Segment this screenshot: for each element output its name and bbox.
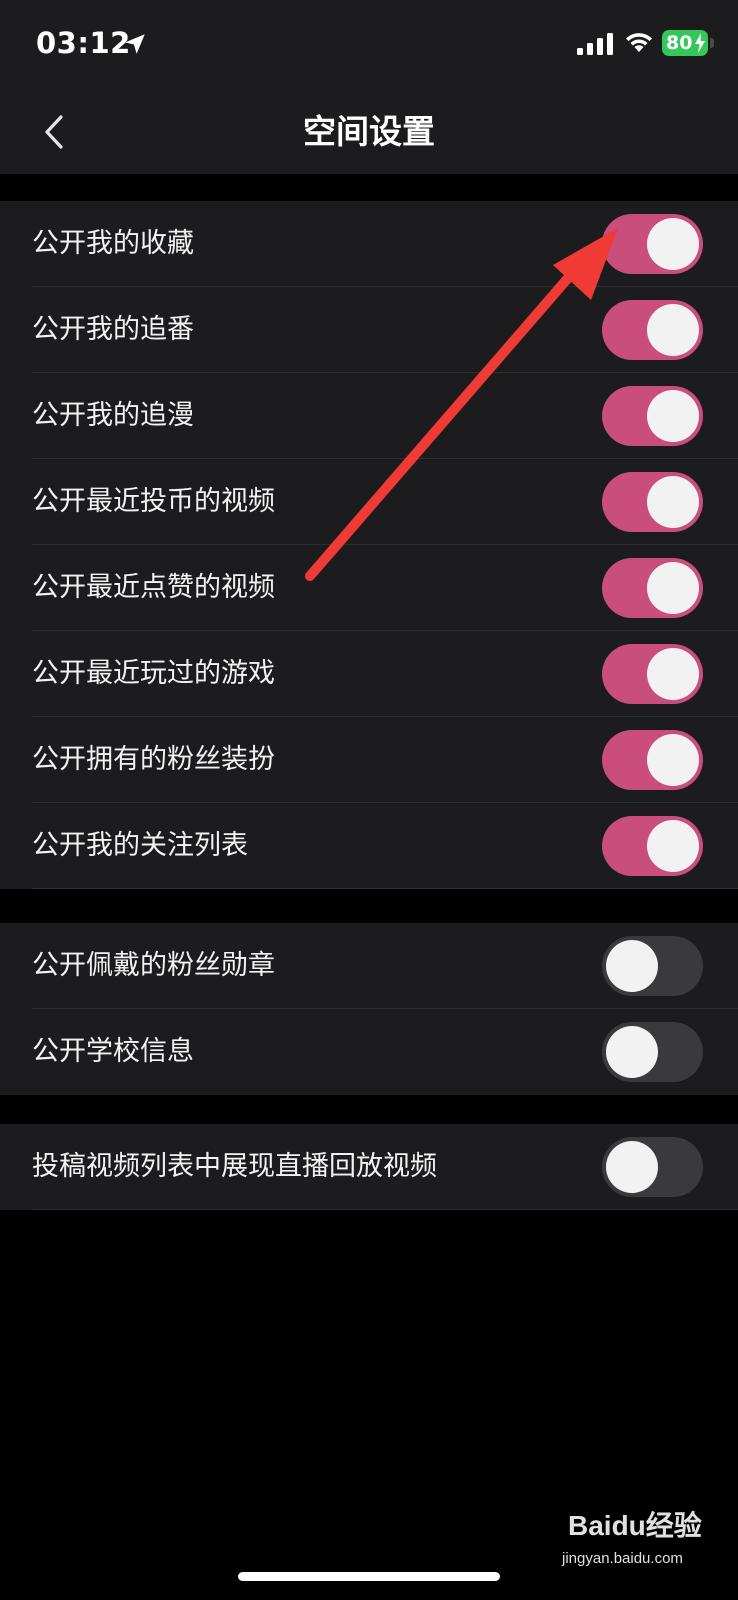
setting-label: 公开最近玩过的游戏 — [32, 658, 275, 689]
setting-label: 公开学校信息 — [32, 1036, 194, 1067]
toggle-switch[interactable] — [602, 936, 703, 996]
settings-group-profile-info: 公开佩戴的粉丝勋章 公开学校信息 — [0, 923, 738, 1095]
toggle-knob — [647, 562, 699, 614]
setting-label: 公开我的追漫 — [32, 400, 194, 431]
setting-row-live-replay: 投稿视频列表中展现直播回放视频 — [0, 1124, 738, 1210]
setting-row-favorites: 公开我的收藏 — [0, 201, 738, 287]
settings-group-uploads: 投稿视频列表中展现直播回放视频 — [0, 1124, 738, 1210]
toggle-switch[interactable] — [602, 472, 703, 532]
divider — [32, 888, 738, 889]
setting-row-played-games: 公开最近玩过的游戏 — [0, 631, 738, 717]
page-title: 空间设置 — [303, 112, 435, 151]
toggle-switch[interactable] — [602, 816, 703, 876]
divider — [32, 1209, 738, 1210]
toggle-switch[interactable] — [602, 214, 703, 274]
toggle-knob — [647, 390, 699, 442]
home-indicator[interactable] — [238, 1572, 500, 1581]
setting-label: 投稿视频列表中展现直播回放视频 — [32, 1151, 437, 1182]
toggle-knob — [606, 1026, 658, 1078]
watermark-logo: Baidu经验 — [568, 1510, 702, 1541]
setting-label: 公开最近投币的视频 — [32, 486, 275, 517]
wifi-icon — [626, 33, 652, 52]
chevron-left-icon — [45, 115, 63, 149]
toggle-knob — [606, 940, 658, 992]
toggle-knob — [647, 648, 699, 700]
watermark-url: jingyan.baidu.com — [562, 1550, 683, 1567]
cellular-signal-icon — [577, 33, 613, 55]
setting-row-school-info: 公开学校信息 — [0, 1009, 738, 1095]
toggle-knob — [647, 734, 699, 786]
setting-label: 公开拥有的粉丝装扮 — [32, 744, 275, 775]
battery-indicator: 80 — [662, 30, 708, 56]
setting-row-followed-anime: 公开我的追番 — [0, 287, 738, 373]
baidu-jingyan-watermark: Baidu经验 jingyan.baidu.com — [560, 1498, 710, 1578]
setting-row-following-list: 公开我的关注列表 — [0, 803, 738, 889]
setting-label: 公开我的追番 — [32, 314, 194, 345]
toggle-knob — [647, 304, 699, 356]
setting-label: 公开我的收藏 — [32, 228, 194, 259]
status-time: 03:12 — [36, 26, 131, 60]
setting-row-coined-videos: 公开最近投币的视频 — [0, 459, 738, 545]
back-button[interactable] — [30, 106, 78, 158]
toggle-switch[interactable] — [602, 300, 703, 360]
setting-label: 公开最近点赞的视频 — [32, 572, 275, 603]
toggle-switch[interactable] — [602, 644, 703, 704]
toggle-switch[interactable] — [602, 1022, 703, 1082]
toggle-switch[interactable] — [602, 558, 703, 618]
battery-level: 80 — [666, 32, 693, 54]
setting-label: 公开佩戴的粉丝勋章 — [32, 950, 275, 981]
charging-bolt-icon — [695, 33, 705, 53]
status-bar: 03:12 80 — [0, 0, 738, 90]
toggle-switch[interactable] — [602, 386, 703, 446]
location-arrow-icon — [125, 34, 145, 54]
settings-group-public-content: 公开我的收藏 公开我的追番 公开我的追漫 公开最近投币的视频 公开最近点赞的视频… — [0, 201, 738, 889]
toggle-switch[interactable] — [602, 1137, 703, 1197]
toggle-knob — [606, 1141, 658, 1193]
setting-row-fan-medal: 公开佩戴的粉丝勋章 — [0, 923, 738, 1009]
navigation-bar: 空间设置 — [0, 90, 738, 174]
toggle-knob — [647, 476, 699, 528]
toggle-knob — [647, 218, 699, 270]
setting-row-followed-comics: 公开我的追漫 — [0, 373, 738, 459]
battery-terminal — [710, 38, 714, 48]
setting-row-fan-outfits: 公开拥有的粉丝装扮 — [0, 717, 738, 803]
setting-label: 公开我的关注列表 — [32, 830, 248, 861]
setting-row-liked-videos: 公开最近点赞的视频 — [0, 545, 738, 631]
toggle-knob — [647, 820, 699, 872]
toggle-switch[interactable] — [602, 730, 703, 790]
